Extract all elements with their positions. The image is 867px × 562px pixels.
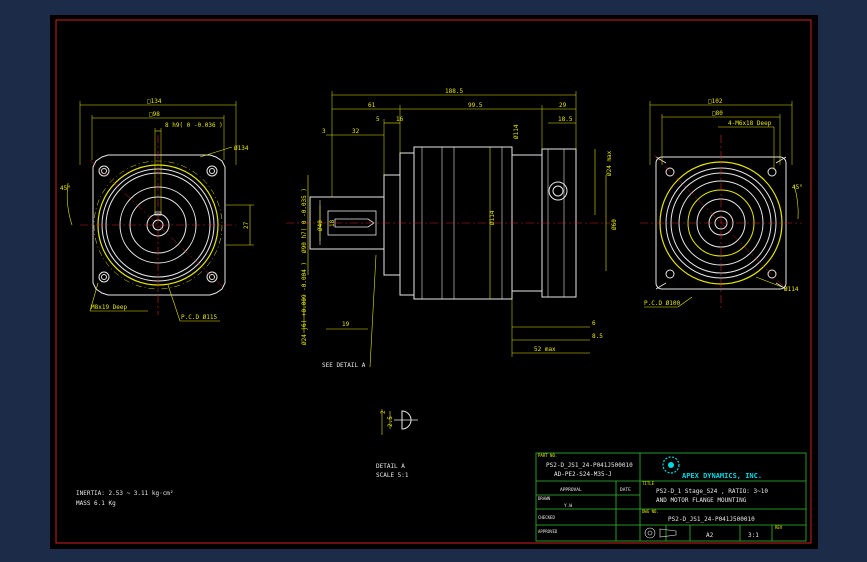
dim-dia-24-max: Ø24 max (606, 150, 613, 176)
company-name: APEX DYNAMICS, INC. (682, 472, 762, 480)
dim-keyway: 8 h9( 0 -0.036 ) (165, 122, 223, 129)
dim-pcd-right: P.C.D Ø100 (644, 300, 681, 307)
dim-bolt-holes-left: M8x19 Deep (91, 304, 128, 311)
drawn-label: DRAWN (538, 496, 551, 501)
dim-total-length: 188.5 (445, 88, 463, 95)
title-line2: AND MOTOR FLANGE MOUNTING (656, 497, 747, 504)
dim-pcd-left: P.C.D Ø115 (181, 314, 218, 321)
inertia-note: INERTIA: 2.53 ~ 3.11 kg·cm² (76, 490, 174, 497)
drawing-sheet: □134 □98 8 h9( 0 -0.036 ) Ø134 45° 27 M8… (50, 15, 818, 549)
dwg-no-value: PS2-D_JS1_24-P041J500010 (668, 516, 755, 523)
dim-dia-114-top: Ø114 (513, 124, 520, 139)
dim-16: 16 (396, 116, 404, 123)
side-view: 188.5 61 99.5 29 3 32 5 16 18.5 Ø114 Ø11… (286, 88, 618, 369)
dim-flange-dia-right: Ø114 (784, 286, 799, 293)
dim-angle-left: 45° (60, 185, 71, 192)
dim-square-outer-left: □134 (147, 98, 162, 105)
dim-6: 6 (592, 320, 596, 327)
date-label: DATE (620, 487, 631, 493)
projection-symbol (644, 527, 677, 539)
dim-27: 27 (243, 221, 250, 229)
checked-label: CHECKED (538, 515, 555, 520)
dim-dia-60: Ø60 (611, 219, 618, 230)
dim-18-5: 18.5 (558, 116, 573, 123)
cad-drawing: □134 □98 8 h9( 0 -0.036 ) Ø134 45° 27 M8… (55, 19, 812, 544)
dim-5: 5 (376, 116, 380, 123)
dim-dia-24-j6: Ø24 j6( +0.009 -0.004 ) (301, 262, 308, 345)
dim-99-5: 99.5 (468, 102, 483, 109)
dim-bolt-holes-right: 4-M6x18 Deep (728, 120, 772, 127)
part-no-line1: PS2-D_JS1_24-P041J500010 (546, 462, 633, 469)
see-detail-label: SEE DETAIL A (322, 362, 366, 369)
dim-flange-dia-left: Ø134 (234, 145, 249, 152)
dim-29: 29 (559, 102, 567, 109)
title-line1: PS2-D_1 Stage_S24 , RATIO: 3~10 (656, 488, 768, 495)
dim-square-inner-left: □98 (149, 111, 160, 118)
dim-dia-114-mid: Ø114 (489, 210, 496, 225)
dim-32: 32 (352, 128, 360, 135)
part-no-label: PART NO. (538, 453, 557, 458)
front-view-left: □134 □98 8 h9( 0 -0.036 ) Ø134 45° 27 M8… (60, 98, 254, 322)
dwg-no-label: DWG NO. (642, 509, 659, 514)
dim-square-outer-right: □102 (708, 98, 723, 105)
scale-value: 3:1 (748, 532, 759, 539)
dim-18: 18 (329, 219, 336, 227)
title-label: TITLE (642, 481, 655, 486)
dim-8-5: 8.5 (592, 333, 603, 340)
company-logo (662, 456, 680, 474)
approved-label: APPROVED (538, 529, 558, 534)
approval-label: APPROVAL (560, 487, 582, 493)
detail-dim-2-5: 2.5 (387, 416, 394, 427)
size-value: A2 (706, 532, 714, 539)
mass-note: MASS 6.1 Kg (76, 500, 116, 507)
detail-a: 2 2.5 DETAIL A SCALE 5:1 (376, 409, 418, 479)
sheet-border (55, 19, 812, 544)
detail-title: DETAIL A (376, 463, 405, 470)
drawn-value: Y.W (564, 503, 572, 509)
detail-dim-2: 2 (380, 410, 387, 414)
detail-scale: SCALE 5:1 (376, 472, 409, 479)
dim-angle-right: 45° (792, 184, 803, 191)
part-no-line2: AD-PE2-S24-M35-J (554, 471, 612, 478)
dim-52-max: 52 max (534, 346, 556, 353)
dim-dia-90-h7: Ø90 h7( 0 -0.035 ) (301, 188, 308, 253)
rev-label: REV (775, 525, 783, 530)
dim-19: 19 (342, 321, 350, 328)
dim-3: 3 (322, 128, 326, 135)
dim-square-inner-right: □80 (712, 110, 723, 117)
dim-61: 61 (368, 102, 376, 109)
dim-dia-40: Ø40 (317, 220, 324, 231)
front-view-right: □102 □80 4-M6x18 Deep 45° Ø114 P.C.D Ø10… (640, 98, 803, 311)
